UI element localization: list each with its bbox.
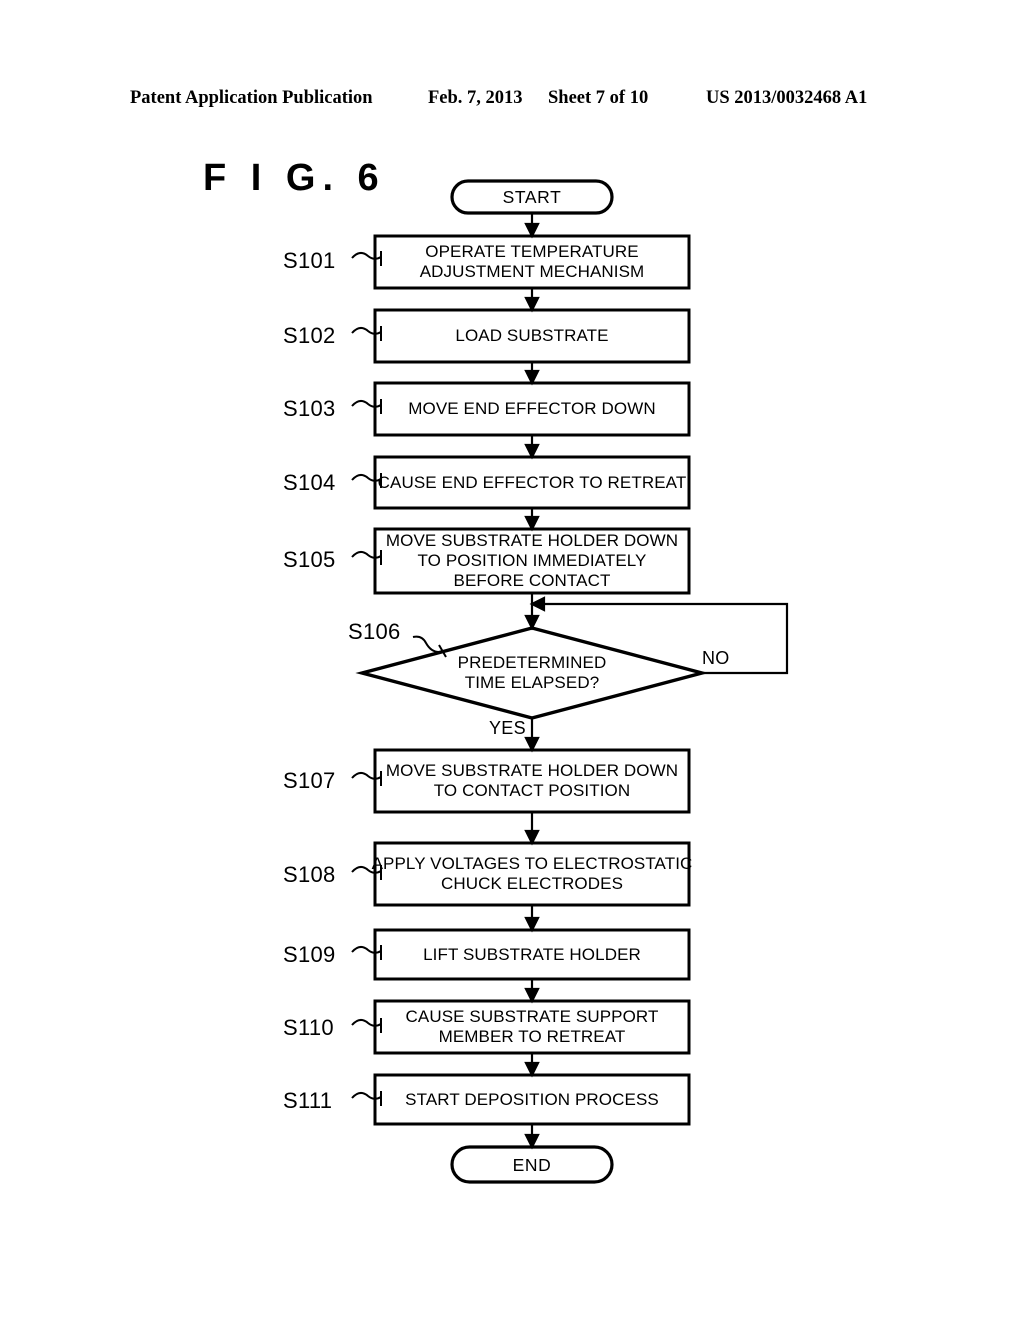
arrowhead-s105-to-s106	[524, 614, 540, 631]
step-id-s111: S111	[283, 1088, 333, 1113]
leader-line-s106	[412, 635, 440, 653]
arrowhead-s110-to-s111	[524, 1061, 540, 1078]
step-box-s101	[373, 234, 691, 290]
step-box-s105	[373, 527, 691, 595]
arrowhead-s107-to-s108	[524, 829, 540, 846]
arrowhead-s108-to-s109	[524, 916, 540, 933]
arrowhead-s109-to-s110	[524, 987, 540, 1004]
step-id-s101: S101	[283, 248, 336, 273]
arrowhead-s106-yes-to-s107	[524, 736, 540, 753]
step-box-s108	[373, 841, 691, 907]
start-terminal-shape	[450, 179, 614, 215]
step-box-s107	[373, 748, 691, 814]
step-id-s103: S103	[283, 396, 336, 421]
decision-diamond-s106	[355, 626, 709, 720]
step-id-s104: S104	[283, 470, 336, 495]
arrowhead-s102-to-s103	[524, 369, 540, 386]
step-box-s103	[373, 381, 691, 437]
arrowhead-s101-to-s102	[524, 296, 540, 313]
arrowhead-s111-to-end	[524, 1133, 540, 1150]
step-id-s102: S102	[283, 323, 336, 348]
step-id-s106: S106	[348, 619, 401, 644]
branch-label-yes: YES	[489, 718, 526, 738]
step-box-s104	[373, 455, 691, 510]
arrowhead-s106-no-loop	[529, 596, 546, 612]
branch-label-no: NO	[702, 648, 730, 668]
arrowhead-s104-to-s105	[524, 515, 540, 532]
arrowhead-s103-to-s104	[524, 443, 540, 460]
step-box-s102	[373, 308, 691, 364]
step-id-s108: S108	[283, 862, 336, 887]
step-id-s107: S107	[283, 768, 336, 793]
step-box-s110	[373, 999, 691, 1055]
arrowhead-start-to-s101	[524, 222, 540, 239]
step-box-s109	[373, 928, 691, 981]
flowchart-diagram	[351, 179, 789, 1184]
step-id-s105: S105	[283, 547, 336, 572]
step-id-s110: S110	[283, 1015, 334, 1040]
step-id-s109: S109	[283, 942, 336, 967]
step-box-s111	[373, 1073, 691, 1126]
end-terminal-shape	[450, 1145, 614, 1184]
